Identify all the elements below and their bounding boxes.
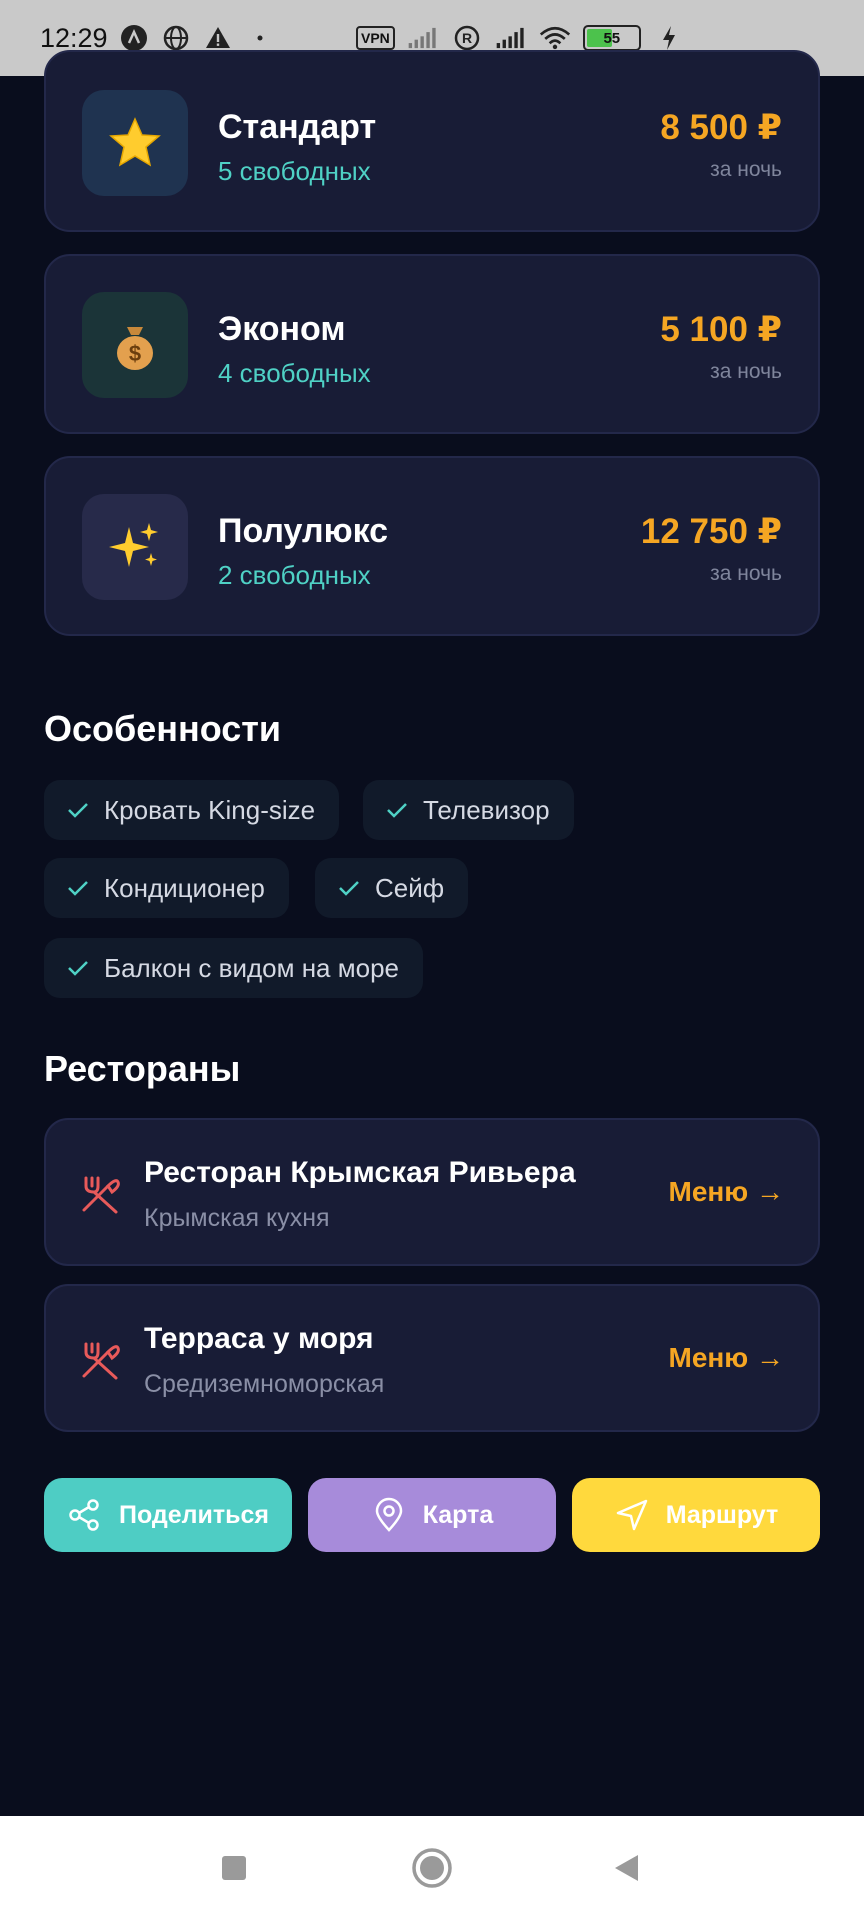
room-name: Эконом — [218, 310, 346, 348]
check-icon — [387, 803, 407, 818]
back-button[interactable] — [586, 1816, 666, 1920]
navigation-icon — [616, 1499, 647, 1531]
room-price: 12 750 ₽ — [640, 512, 782, 551]
room-card-standard[interactable]: Стандарт 5 свободных 8 500 ₽ за ночь — [44, 50, 820, 232]
room-name: Полулюкс — [218, 512, 389, 550]
svg-text:$: $ — [129, 341, 141, 366]
room-availability: 5 свободных — [218, 156, 371, 186]
feature-label: Кровать King-size — [104, 794, 316, 825]
room-card-junior-suite[interactable]: Полулюкс 2 свободных 12 750 ₽ за ночь — [44, 456, 820, 636]
restaurant-card[interactable]: Терраса у моря Средиземноморская Меню → — [44, 1284, 820, 1432]
restaurant-cuisine: Крымская кухня — [144, 1204, 330, 1232]
circle-icon — [412, 1848, 452, 1888]
feature-chip: Телевизор — [363, 780, 574, 840]
room-card-economy[interactable]: $ Эконом 4 свободных 5 100 ₽ за ночь — [44, 254, 820, 434]
battery-level: 55 — [603, 29, 621, 47]
feature-label: Балкон с видом на море — [104, 952, 399, 983]
features-title: Особенности — [44, 708, 282, 749]
battery-icon: 55 — [582, 25, 641, 51]
feature-chip: Кровать King-size — [44, 780, 340, 840]
restaurant-cuisine: Средиземноморская — [144, 1370, 385, 1398]
route-button[interactable]: Маршрут — [572, 1478, 820, 1552]
check-icon — [68, 881, 88, 896]
recents-button[interactable] — [194, 1816, 274, 1920]
share-button[interactable]: Поделиться — [44, 1478, 292, 1552]
map-pin-icon — [375, 1497, 402, 1532]
feature-chip: Сейф — [315, 858, 469, 918]
room-price-unit: за ночь — [710, 360, 782, 383]
vpn-icon: VPN — [356, 26, 395, 50]
square-icon — [222, 1856, 246, 1880]
restaurants-title: Рестораны — [44, 1048, 241, 1089]
menu-link[interactable]: Меню → — [669, 1176, 785, 1208]
system-nav-bar — [0, 1816, 864, 1920]
room-availability: 4 свободных — [218, 358, 371, 388]
feature-chip: Кондиционер — [44, 858, 289, 918]
home-button[interactable] — [392, 1816, 472, 1920]
room-price-unit: за ночь — [710, 158, 782, 181]
room-name: Стандарт — [218, 108, 377, 146]
room-price-unit: за ночь — [710, 562, 782, 585]
map-button[interactable]: Карта — [308, 1478, 556, 1552]
menu-link[interactable]: Меню → — [669, 1342, 785, 1374]
check-icon — [68, 961, 88, 976]
feature-label: Кондиционер — [104, 872, 265, 903]
money-bag-icon: $ — [82, 292, 188, 398]
star-icon — [82, 90, 188, 196]
route-label: Маршрут — [665, 1500, 779, 1529]
restaurant-name: Терраса у моря — [144, 1322, 374, 1355]
share-label: Поделиться — [118, 1500, 270, 1529]
restaurant-icon — [82, 1342, 120, 1380]
restaurant-card[interactable]: Ресторан Крымская Ривьера Крымская кухня… — [44, 1118, 820, 1266]
triangle-back-icon — [615, 1855, 638, 1881]
room-price: 5 100 ₽ — [660, 310, 782, 349]
svg-text:R: R — [462, 30, 472, 46]
restaurant-name: Ресторан Крымская Ривьера — [144, 1156, 576, 1189]
feature-chip: Балкон с видом на море — [44, 938, 423, 998]
room-price: 8 500 ₽ — [660, 108, 782, 147]
check-icon — [68, 803, 88, 818]
check-icon — [339, 881, 359, 896]
sparkles-icon — [82, 494, 188, 600]
room-availability: 2 свободных — [218, 560, 371, 590]
status-time: 12:29 — [40, 22, 108, 53]
restaurant-icon — [82, 1176, 120, 1214]
map-label: Карта — [422, 1500, 494, 1529]
share-icon — [69, 1499, 99, 1531]
feature-label: Сейф — [375, 872, 445, 903]
feature-label: Телевизор — [423, 794, 550, 825]
